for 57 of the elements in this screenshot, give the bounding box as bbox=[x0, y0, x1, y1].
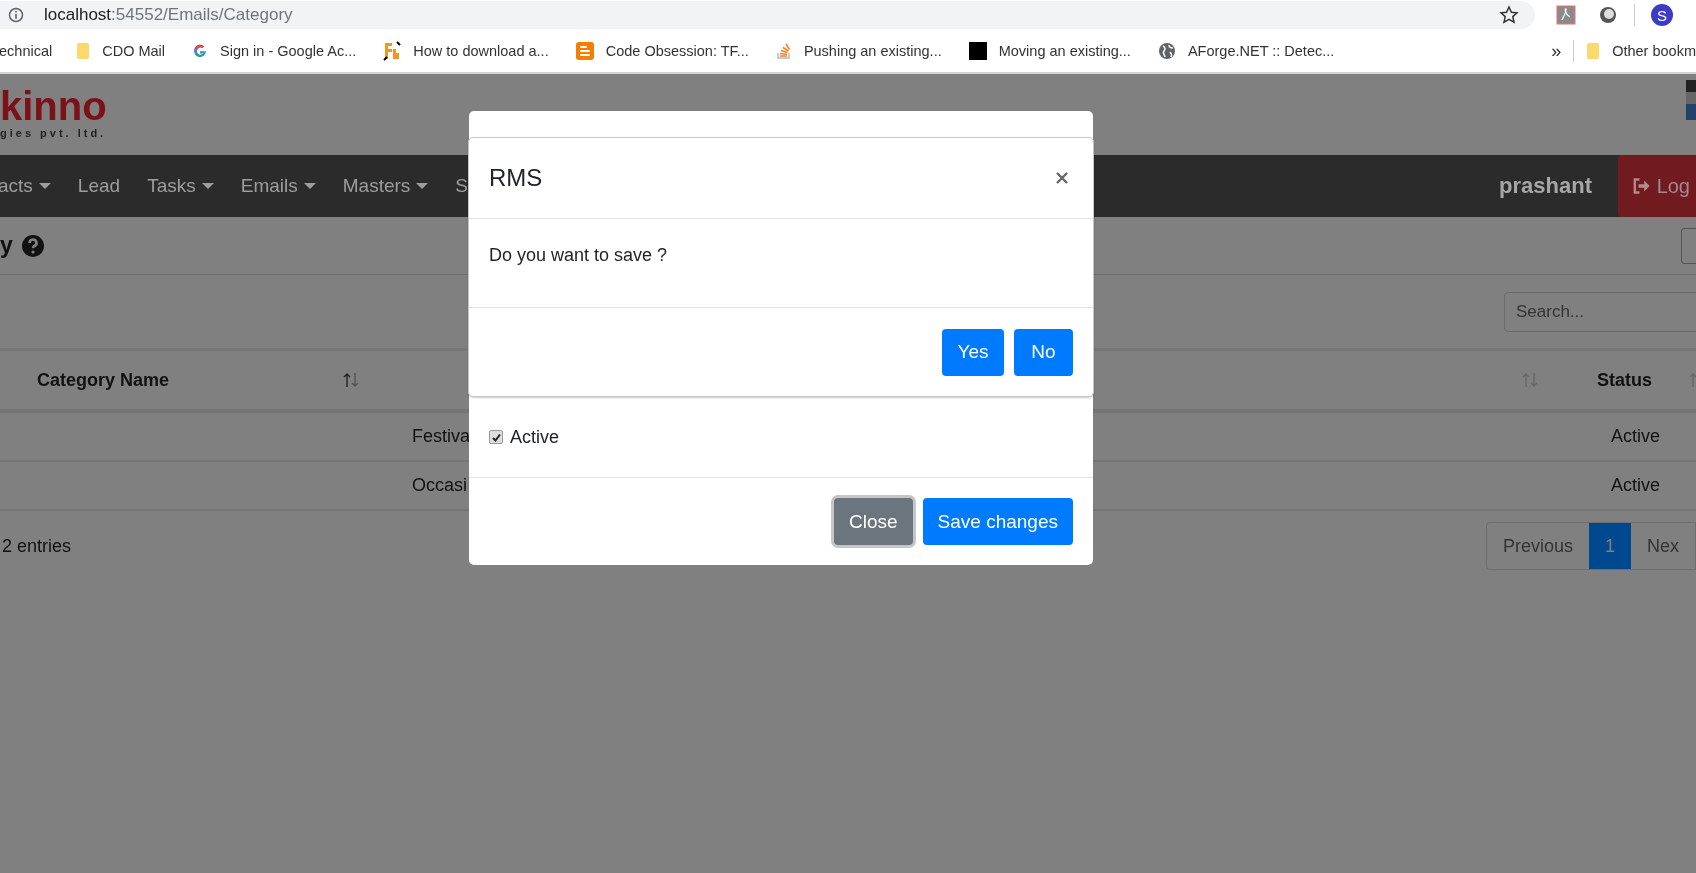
nav-menu-item[interactable]: S bbox=[455, 175, 468, 197]
bookmark-item[interactable]: Sign in - Google Ac... bbox=[192, 43, 357, 59]
search-field[interactable]: Search... bbox=[1504, 291, 1696, 332]
table-cell: Active bbox=[1610, 475, 1660, 496]
checkbox[interactable] bbox=[489, 430, 503, 444]
document-logo-icon bbox=[383, 41, 402, 61]
bookmark-item[interactable]: AForge.NET :: Detec... bbox=[1157, 42, 1335, 60]
url-text: localhost:54552/Emails/Category bbox=[44, 5, 294, 25]
sign-out-icon bbox=[1632, 177, 1651, 195]
square-icon bbox=[968, 42, 987, 60]
column-header[interactable]: Status bbox=[1597, 369, 1652, 391]
logout-button[interactable]: Log bbox=[1618, 155, 1696, 217]
circle-extension-icon[interactable] bbox=[1598, 5, 1618, 25]
close-icon[interactable] bbox=[1055, 171, 1069, 185]
bookmark-item[interactable]: CDO Mail bbox=[76, 42, 166, 60]
image-thumbnail bbox=[1686, 80, 1696, 120]
dialog-title: RMS bbox=[489, 164, 543, 192]
checkbox-label: Active bbox=[510, 426, 560, 448]
other-bookmarks-folder[interactable]: Other bookm bbox=[1586, 42, 1696, 60]
dialog-button[interactable]: No bbox=[1014, 328, 1073, 376]
bookmark-item[interactable]: echnical bbox=[0, 43, 53, 59]
bookmark-item[interactable]: Pushing an existing... bbox=[775, 42, 942, 60]
dialog-button[interactable]: Yes bbox=[942, 328, 1004, 376]
stack-icon bbox=[775, 42, 792, 60]
table-cell: Active bbox=[1610, 426, 1660, 447]
dialog-message: Do you want to save ? bbox=[489, 245, 668, 265]
folder-icon bbox=[1586, 42, 1601, 60]
page-title: y bbox=[0, 232, 13, 259]
nav-menu-item[interactable]: Tasks bbox=[147, 175, 214, 197]
nav-menu-item[interactable]: Masters bbox=[342, 175, 429, 197]
bookmark-item[interactable]: How to download a... bbox=[383, 41, 549, 61]
modal-button[interactable]: Close bbox=[834, 498, 913, 545]
google-g-icon bbox=[192, 43, 209, 59]
sort-icon[interactable] bbox=[342, 371, 361, 389]
bookmark-item[interactable]: Moving an existing... bbox=[968, 42, 1131, 60]
nav-menu-item[interactable]: Emails bbox=[240, 175, 316, 197]
pagination-link[interactable]: Previous bbox=[1486, 523, 1589, 569]
more-bookmarks-chevron[interactable]: » bbox=[1551, 40, 1562, 62]
blogger-icon bbox=[575, 42, 594, 60]
entries-info: 2 entries bbox=[2, 535, 72, 557]
column-header[interactable]: Category Name bbox=[37, 369, 170, 391]
profile-avatar[interactable]: S bbox=[1651, 4, 1673, 26]
folder-icon bbox=[76, 42, 91, 60]
star-icon[interactable] bbox=[1499, 5, 1519, 25]
nav-menu-item[interactable]: Lead bbox=[77, 175, 121, 197]
table-cell: Festiva bbox=[412, 426, 471, 447]
pdf-extension-icon[interactable] bbox=[1556, 5, 1576, 25]
bookmark-item[interactable]: Code Obsession: TF... bbox=[575, 42, 749, 60]
company-logo: kinno gies pvt. ltd. bbox=[0, 83, 107, 139]
table-cell: Occasi bbox=[412, 475, 467, 496]
modal-button[interactable]: Save changes bbox=[922, 498, 1073, 545]
globe-icon bbox=[1157, 42, 1176, 60]
address-bar[interactable]: localhost:54552/Emails/Category bbox=[0, 1, 1535, 29]
username-label: prashant bbox=[1499, 173, 1592, 199]
info-icon bbox=[8, 7, 24, 23]
pagination-link[interactable]: Nex bbox=[1631, 523, 1695, 569]
help-icon[interactable] bbox=[20, 233, 45, 258]
